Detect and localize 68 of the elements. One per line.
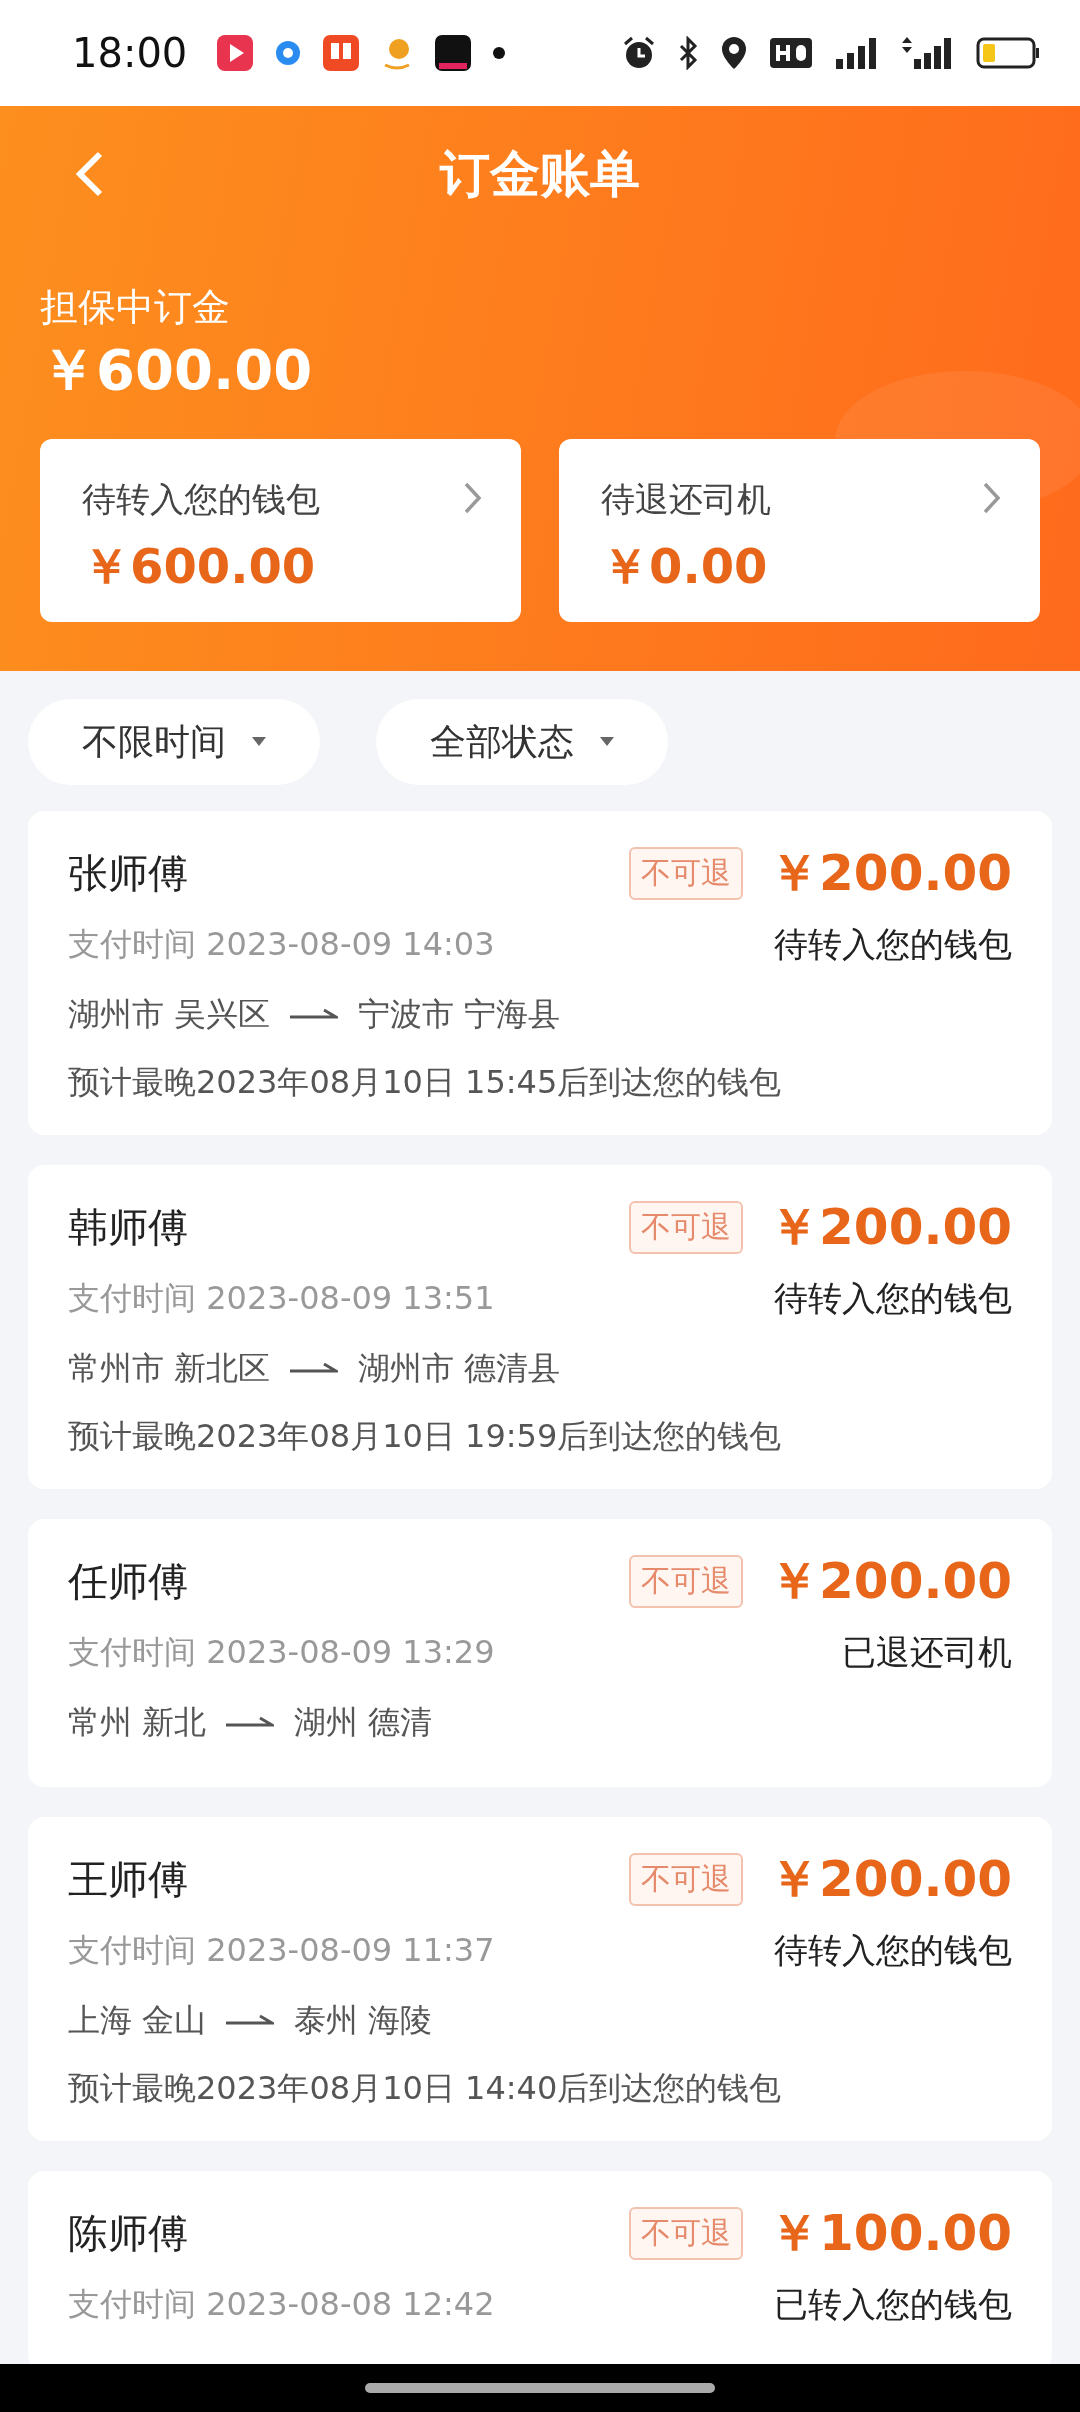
driver-name: 任师傅 (68, 1556, 188, 1606)
summary-card-label: 待退还司机 (601, 479, 771, 519)
arrival-note: 预计最晚2023年08月10日 15:45后到达您的钱包 (68, 1062, 782, 1103)
order-status: 已退还司机 (842, 1631, 1012, 1674)
app-icon (323, 35, 360, 71)
payment-time: 支付时间 2023-08-09 13:51 (68, 1278, 495, 1319)
hd-icon (770, 38, 812, 68)
arrival-note: 预计最晚2023年08月10日 19:59后到达您的钱包 (68, 1416, 782, 1457)
order-card[interactable]: 陈师傅 不可退 ￥100.00 支付时间 2023-08-08 12:42 已转入您的钱包 (28, 2171, 1052, 2364)
payment-time: 支付时间 2023-08-09 14:03 (68, 924, 495, 965)
status-time: 18:00 (72, 30, 188, 76)
non-refundable-tag: 不可退 (629, 1852, 744, 1906)
chevron-right-icon (982, 481, 1002, 515)
order-status: 待转入您的钱包 (774, 1277, 1012, 1320)
battery-icon (976, 37, 1040, 69)
route-origin: 常州 新北 (68, 1702, 207, 1743)
caret-down-icon (600, 737, 614, 747)
signal-icon (834, 35, 878, 71)
order-status: 已转入您的钱包 (774, 2283, 1012, 2326)
notification-dot-icon (493, 47, 506, 59)
payment-time: 支付时间 2023-08-08 12:42 (68, 2284, 495, 2325)
filter-dropdown[interactable]: 全部状态 (376, 699, 668, 785)
order-amount: ￥200.00 (769, 1196, 1012, 1258)
summary-card-label: 待转入您的钱包 (82, 479, 320, 519)
page-title: 订金账单 (440, 143, 640, 205)
order-card[interactable]: 张师傅 不可退 ￥200.00 支付时间 2023-08-09 14:03 待转入您的钱包 湖州市 吴兴区 宁波市 宁海县 预计最晚2023年08月10日 15:45后到达您的钱包 (28, 811, 1052, 1135)
order-status: 待转入您的钱包 (774, 1929, 1012, 1972)
route-origin: 湖州市 吴兴区 (68, 994, 271, 1035)
order-amount: ￥100.00 (769, 2202, 1012, 2264)
order-status: 待转入您的钱包 (774, 923, 1012, 966)
location-icon (720, 35, 748, 71)
driver-name: 王师傅 (68, 1854, 188, 1904)
order-amount: ￥200.00 (769, 1848, 1012, 1910)
signal-icon (900, 35, 954, 71)
summary-label: 担保中订金 (40, 284, 230, 331)
summary-card[interactable]: 待转入您的钱包 ￥600.00 (40, 439, 521, 622)
alarm-icon (622, 36, 656, 70)
route-destination: 湖州 德清 (294, 1702, 433, 1743)
route-destination: 宁波市 宁海县 (358, 994, 561, 1035)
non-refundable-tag: 不可退 (629, 1200, 744, 1254)
play-app-icon (217, 35, 254, 71)
summary-amount: ￥600.00 (40, 337, 313, 402)
summary-card-amount: ￥0.00 (601, 537, 768, 596)
driver-name: 陈师傅 (68, 2208, 188, 2258)
caret-down-icon (252, 737, 266, 747)
dot-app-icon (275, 40, 302, 66)
non-refundable-tag: 不可退 (629, 1554, 744, 1608)
non-refundable-tag: 不可退 (629, 2206, 744, 2260)
driver-name: 韩师傅 (68, 1202, 188, 1252)
payment-time: 支付时间 2023-08-09 11:37 (68, 1930, 495, 1971)
app-icon (435, 35, 472, 71)
route-destination: 湖州市 德清县 (358, 1348, 561, 1389)
bluetooth-icon (678, 36, 698, 70)
order-amount: ￥200.00 (769, 1550, 1012, 1612)
filter-dropdown[interactable]: 不限时间 (28, 699, 320, 785)
route-origin: 上海 金山 (68, 2000, 207, 2041)
driver-name: 张师傅 (68, 848, 188, 898)
non-refundable-tag: 不可退 (629, 846, 744, 900)
order-card[interactable]: 韩师傅 不可退 ￥200.00 支付时间 2023-08-09 13:51 待转入您的钱包 常州市 新北区 湖州市 德清县 预计最晚2023年08月10日 19:59后到达您的钱包 (28, 1165, 1052, 1489)
order-card[interactable]: 任师傅 不可退 ￥200.00 支付时间 2023-08-09 13:29 已退还司机 常州 新北 湖州 德清 (28, 1519, 1052, 1787)
order-amount: ￥200.00 (769, 842, 1012, 904)
chevron-right-icon (463, 481, 483, 515)
route-origin: 常州市 新北区 (68, 1348, 271, 1389)
arrival-note: 预计最晚2023年08月10日 14:40后到达您的钱包 (68, 2068, 782, 2109)
order-card[interactable]: 王师傅 不可退 ￥200.00 支付时间 2023-08-09 11:37 待转入您的钱包 上海 金山 泰州 海陵 预计最晚2023年08月10日 14:40后到达您的钱包 (28, 1817, 1052, 2141)
payment-time: 支付时间 2023-08-09 13:29 (68, 1632, 495, 1673)
route-destination: 泰州 海陵 (294, 2000, 433, 2041)
summary-card-amount: ￥600.00 (82, 537, 316, 596)
